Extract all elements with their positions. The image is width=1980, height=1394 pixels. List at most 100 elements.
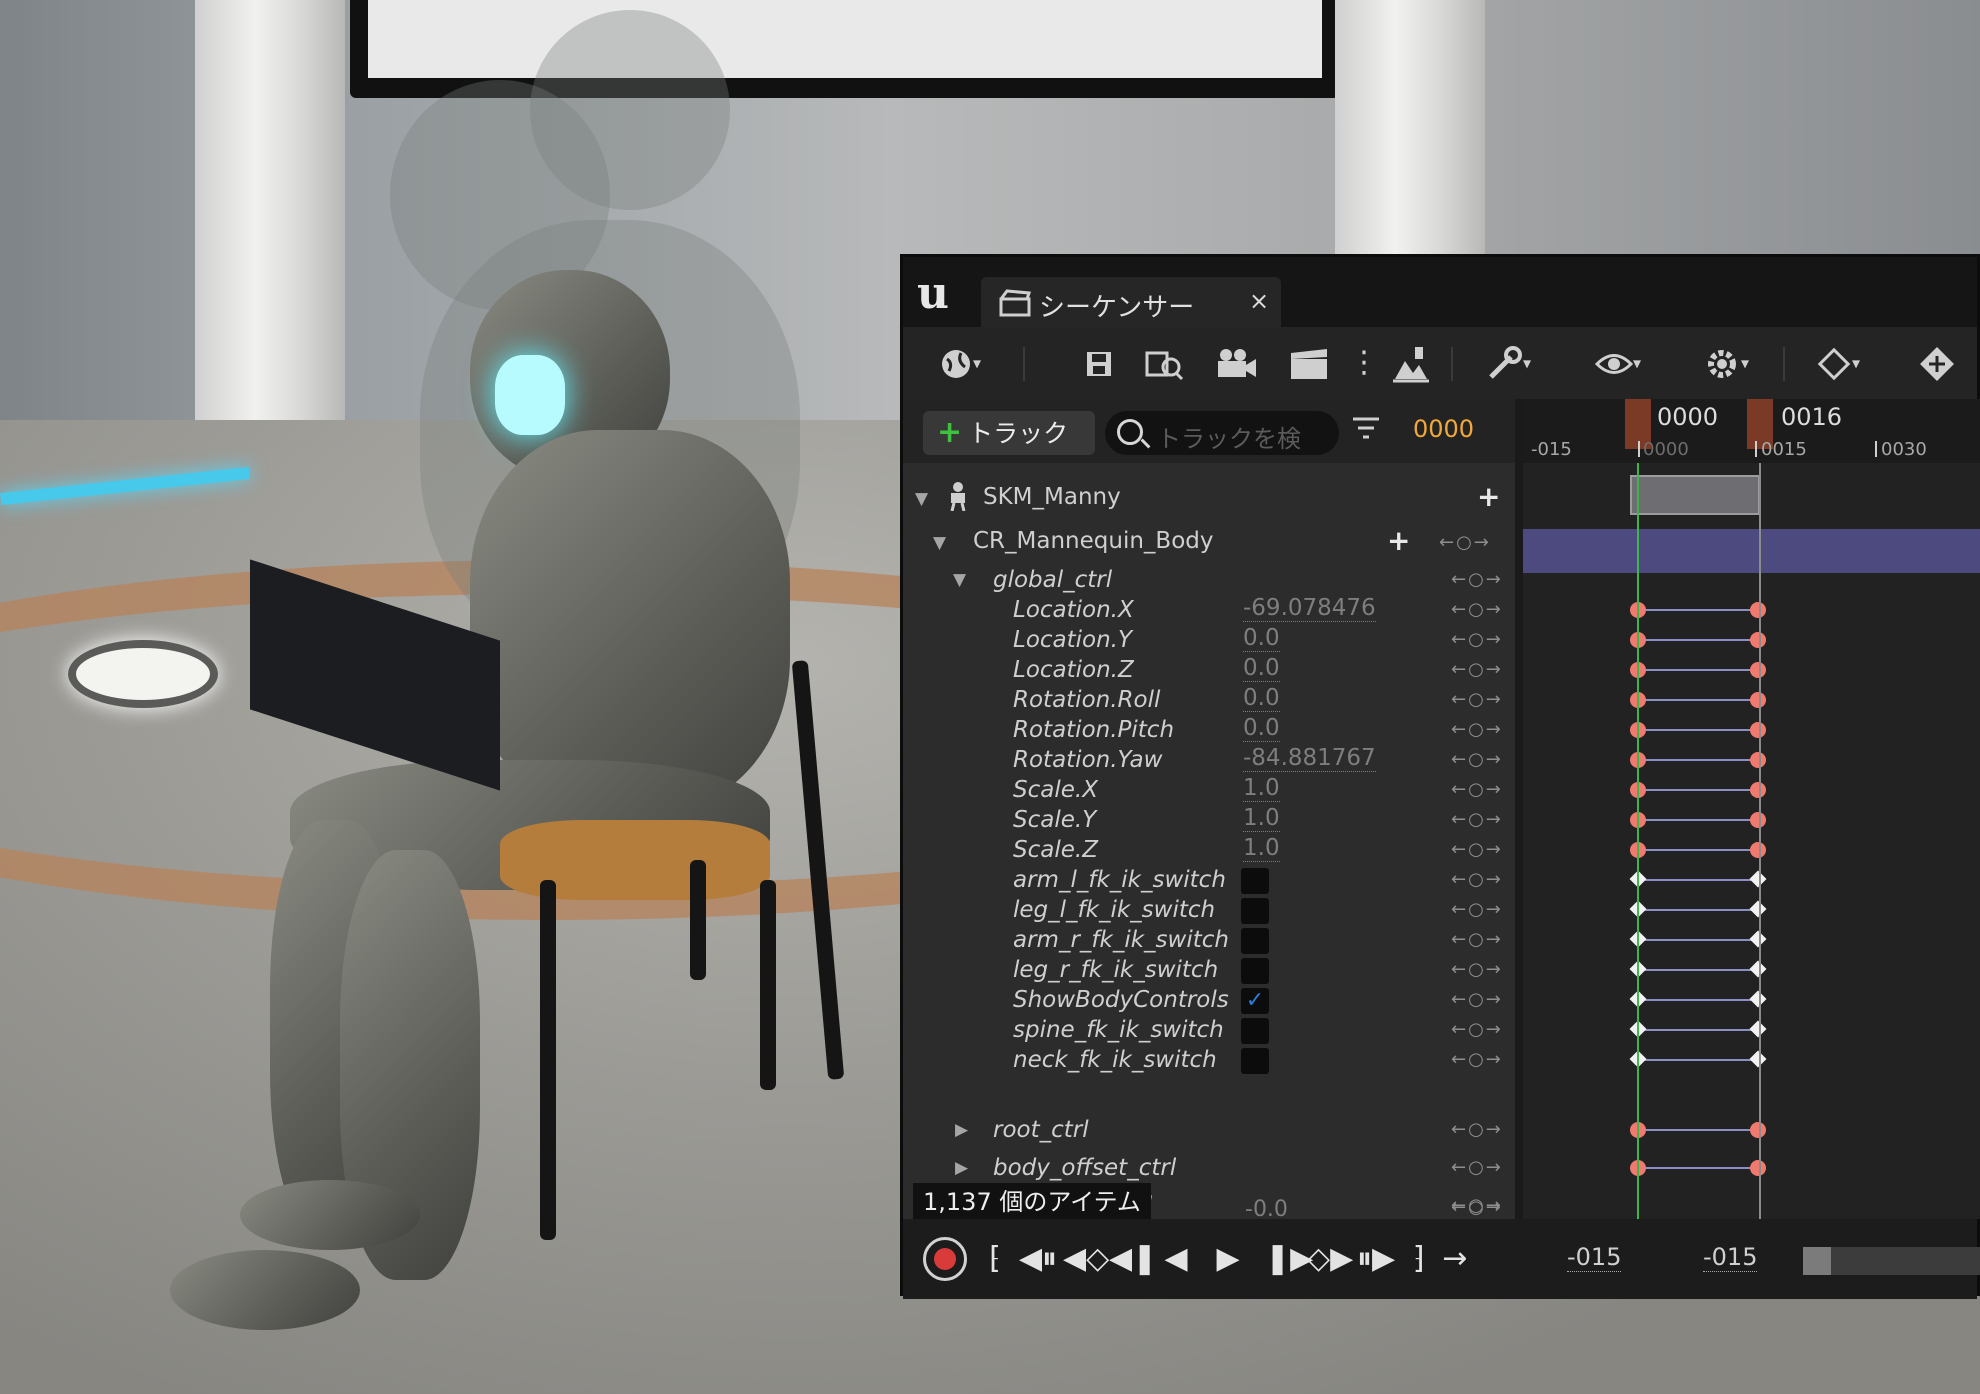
channel-value[interactable]: 0.0 [1243, 625, 1280, 652]
switch-row[interactable]: leg_l_fk_ik_switch ←○→ [903, 895, 1515, 925]
loop-icon[interactable]: → [1435, 1237, 1475, 1281]
expand-arrow-icon[interactable]: ▼ [953, 565, 966, 595]
jump-to-start-icon[interactable]: ⁅ [985, 1237, 1005, 1281]
scrollbar-thumb[interactable] [1803, 1247, 1831, 1275]
channel-row[interactable]: Location.X -69.078476 ←○→ [903, 595, 1515, 625]
key-nav-icon[interactable]: ←○→ [1451, 655, 1503, 685]
switch-checkbox[interactable] [1241, 1048, 1269, 1074]
end-time-field[interactable]: -015 [1703, 1243, 1758, 1272]
switch-checkbox[interactable] [1241, 928, 1269, 954]
switch-row[interactable]: arm_r_fk_ik_switch ←○→ [903, 925, 1515, 955]
keyframe-float[interactable] [1750, 782, 1766, 798]
track-row-global-ctrl[interactable]: ▼ global_ctrl ←○→ [903, 565, 1515, 595]
switch-row[interactable]: leg_r_fk_ik_switch ←○→ [903, 955, 1515, 985]
key-nav-icon[interactable]: ←○→ [1451, 1115, 1503, 1145]
clapperboard-icon[interactable] [1285, 341, 1333, 385]
key-nav-icon[interactable]: ←○→ [1451, 955, 1503, 985]
current-frame-field[interactable]: 0000 [1413, 415, 1474, 443]
key-nav-icon[interactable]: ←○→ [1451, 835, 1503, 865]
key-nav-icon[interactable]: ←○→ [1451, 775, 1503, 805]
record-button[interactable] [923, 1237, 967, 1281]
channel-row[interactable]: Rotation.Yaw -84.881767 ←○→ [903, 745, 1515, 775]
key-nav-icon[interactable]: ←○→ [1451, 1045, 1503, 1075]
keyframe-bool[interactable] [1749, 1020, 1767, 1038]
timeline-pane[interactable]: 0000 0016 -015 0000 0015 0030 [1523, 399, 1980, 1219]
playhead[interactable] [1637, 463, 1639, 1219]
play-reverse-icon[interactable]: ◀ [1159, 1237, 1193, 1281]
channel-row[interactable]: Scale.X 1.0 ←○→ [903, 775, 1515, 805]
switch-checkbox[interactable] [1241, 958, 1269, 984]
add-icon[interactable]: + [1477, 479, 1500, 515]
keyframe-float[interactable] [1750, 602, 1766, 618]
keyframe-bool[interactable] [1749, 960, 1767, 978]
keyframe-float[interactable] [1750, 662, 1766, 678]
tab-sequencer[interactable]: シーケンサー × [981, 277, 1281, 327]
add-track-button[interactable]: + トラック [923, 411, 1095, 455]
camera-icon[interactable] [1213, 341, 1261, 385]
world-icon[interactable]: ▾ [925, 341, 995, 385]
gear-icon[interactable]: ▾ [1691, 341, 1761, 385]
keyframe-float[interactable] [1750, 1160, 1766, 1176]
jump-to-end-icon[interactable]: ⁆ [1409, 1237, 1429, 1281]
start-time-field[interactable]: -015 [1567, 1243, 1622, 1272]
close-icon[interactable]: × [1249, 287, 1269, 315]
channel-row[interactable]: Scale.Z 1.0 ←○→ [903, 835, 1515, 865]
track-row-skm[interactable]: ▼ SKM_Manny + [903, 479, 1515, 515]
switch-row[interactable]: ShowBodyControls ✓ ←○→ [903, 985, 1515, 1015]
key-nav-icon[interactable]: ←○→ [1451, 595, 1503, 625]
switch-checkbox[interactable]: ✓ [1241, 988, 1269, 1014]
keyframe-float[interactable] [1750, 842, 1766, 858]
expand-arrow-icon[interactable]: ▼ [915, 481, 928, 517]
channel-value[interactable]: 1.0 [1243, 835, 1280, 862]
channel-value[interactable]: 0.0 [1243, 685, 1280, 712]
keyframe-float[interactable] [1750, 752, 1766, 768]
key-nav-icon[interactable]: ←○→ [1451, 1197, 1503, 1218]
key-nav-icon[interactable]: ←○→ [1451, 1015, 1503, 1045]
key-nav-icon[interactable]: ←○→ [1451, 685, 1503, 715]
channel-value[interactable]: 0.0 [1243, 715, 1280, 742]
step-back-icon[interactable]: ◀❚ [1109, 1237, 1157, 1281]
play-icon[interactable]: ▶ [1211, 1237, 1245, 1281]
keyframe-bool[interactable] [1749, 870, 1767, 888]
add-key-icon[interactable] [1909, 341, 1965, 385]
key-nav-icon[interactable]: ←○→ [1451, 1153, 1503, 1183]
channel-value[interactable]: 1.0 [1243, 805, 1280, 832]
channel-value[interactable]: -84.881767 [1243, 745, 1376, 772]
channel-row[interactable]: Location.Y 0.0 ←○→ [903, 625, 1515, 655]
step-forward-icon[interactable]: ❚▶ [1265, 1237, 1313, 1281]
key-nav-icon[interactable]: ←○→ [1451, 925, 1503, 955]
key-nav-icon[interactable]: ←○→ [1451, 625, 1503, 655]
keyframe-bool[interactable] [1749, 900, 1767, 918]
keyframe-bool[interactable] [1749, 930, 1767, 948]
channel-value[interactable]: -69.078476 [1243, 595, 1376, 622]
switch-row[interactable]: spine_fk_ik_switch ←○→ [903, 1015, 1515, 1045]
next-key-icon[interactable]: ⏸▶ [1355, 1237, 1397, 1281]
keyframe-bool[interactable] [1749, 1050, 1767, 1068]
key-nav-icon[interactable]: ←○→ [1451, 715, 1503, 745]
track-row-body-offset-ctrl[interactable]: ▶ body_offset_ctrl ←○→ [903, 1153, 1515, 1183]
key-nav-icon[interactable]: ←○→ [1451, 985, 1503, 1015]
channel-value[interactable]: 1.0 [1243, 775, 1280, 802]
keyframe-float[interactable] [1750, 632, 1766, 648]
filter-icon[interactable] [1351, 415, 1381, 445]
keyframe-bool[interactable] [1749, 990, 1767, 1008]
expand-arrow-icon[interactable]: ▶ [955, 1115, 968, 1145]
more-icon[interactable]: ⋮ [1349, 341, 1379, 385]
eye-icon[interactable]: ▾ [1583, 341, 1653, 385]
key-diamond-icon[interactable]: ▾ [1803, 341, 1873, 385]
timeline-scrollbar[interactable] [1803, 1247, 1980, 1275]
add-icon[interactable]: + [1387, 523, 1410, 559]
track-row-control-rig[interactable]: ▼ CR_Mannequin_Body + ←○→ [903, 523, 1515, 559]
render-icon[interactable] [1387, 341, 1435, 385]
key-nav-icon[interactable]: ←○→ [1451, 745, 1503, 775]
switch-row[interactable]: arm_l_fk_ik_switch ←○→ [903, 865, 1515, 895]
channel-row[interactable]: Scale.Y 1.0 ←○→ [903, 805, 1515, 835]
track-row-root-ctrl[interactable]: ▶ root_ctrl ←○→ [903, 1115, 1515, 1145]
keyframe-float[interactable] [1750, 692, 1766, 708]
switch-row[interactable]: neck_fk_ik_switch ←○→ [903, 1045, 1515, 1075]
switch-checkbox[interactable] [1241, 1018, 1269, 1044]
keyframe-float[interactable] [1750, 1122, 1766, 1138]
key-nav-icon[interactable]: ←○→ [1451, 895, 1503, 925]
key-nav-icon[interactable]: ←○→ [1451, 565, 1503, 595]
time-ruler[interactable]: 0000 0016 -015 0000 0015 0030 [1523, 399, 1980, 463]
